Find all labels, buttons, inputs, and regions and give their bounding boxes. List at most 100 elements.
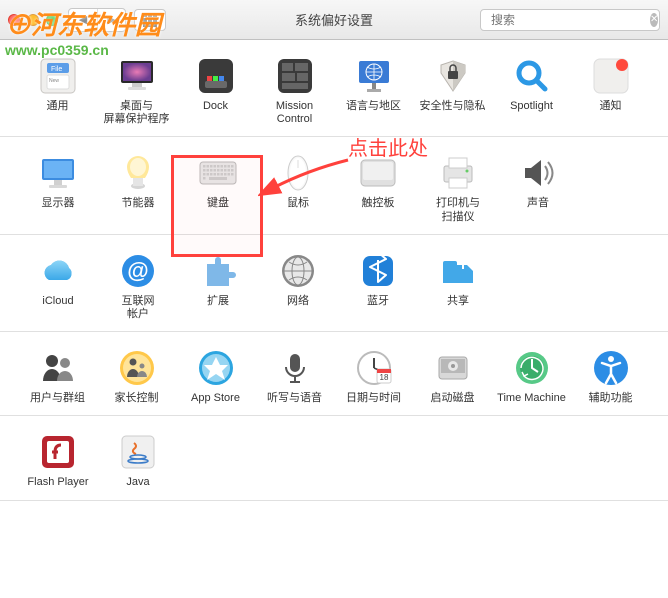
pref-label: 启动磁盘 bbox=[413, 392, 492, 405]
pref-label: 显示器 bbox=[18, 197, 98, 210]
back-button[interactable]: ◀ bbox=[69, 9, 97, 31]
pref-mouse[interactable]: 鼠标 bbox=[258, 151, 338, 223]
pref-section: 用户与群组家长控制App Store听写与语音18日期与时间启动磁盘Time M… bbox=[0, 332, 668, 416]
pref-label: 打印机与扫描仪 bbox=[418, 197, 498, 223]
pref-mission[interactable]: MissionControl bbox=[255, 54, 334, 126]
icloud-icon bbox=[18, 249, 98, 293]
pref-internet[interactable]: @互联网帐户 bbox=[98, 249, 178, 321]
sound-icon bbox=[498, 151, 578, 195]
pref-dictation[interactable]: 听写与语音 bbox=[255, 346, 334, 405]
pref-sharing[interactable]: 共享 bbox=[418, 249, 498, 321]
java-icon bbox=[98, 430, 178, 474]
extensions-icon bbox=[178, 249, 258, 293]
flash-icon bbox=[18, 430, 98, 474]
pref-users[interactable]: 用户与群组 bbox=[18, 346, 97, 405]
pref-label: 扩展 bbox=[178, 295, 258, 308]
pref-flash[interactable]: Flash Player bbox=[18, 430, 98, 489]
pref-label: 键盘 bbox=[178, 197, 258, 210]
pref-sound[interactable]: 声音 bbox=[498, 151, 578, 223]
pref-label: 通知 bbox=[571, 100, 650, 113]
search-input[interactable] bbox=[491, 13, 646, 27]
dictation-icon bbox=[255, 346, 334, 390]
pref-displays[interactable]: 显示器 bbox=[18, 151, 98, 223]
pref-security[interactable]: 安全性与隐私 bbox=[413, 54, 492, 126]
notifications-icon bbox=[571, 54, 650, 98]
minimize-button[interactable] bbox=[27, 14, 39, 26]
pref-label: 家长控制 bbox=[97, 392, 176, 405]
spotlight-icon bbox=[492, 54, 571, 98]
pref-energy[interactable]: 节能器 bbox=[98, 151, 178, 223]
bluetooth-icon bbox=[338, 249, 418, 293]
pref-java[interactable]: Java bbox=[98, 430, 178, 489]
pref-extensions[interactable]: 扩展 bbox=[178, 249, 258, 321]
pref-label: 蓝牙 bbox=[338, 295, 418, 308]
accessibility-icon bbox=[571, 346, 650, 390]
appstore-icon bbox=[176, 346, 255, 390]
keyboard-icon bbox=[178, 151, 258, 195]
pref-label: 用户与群组 bbox=[18, 392, 97, 405]
parental-icon bbox=[97, 346, 176, 390]
toolbar: ◀ ▶ 系统偏好设置 ✕ bbox=[0, 0, 668, 40]
pref-notifications[interactable]: 通知 bbox=[571, 54, 650, 126]
mission-icon bbox=[255, 54, 334, 98]
zoom-button[interactable] bbox=[46, 14, 58, 26]
pref-label: 网络 bbox=[258, 295, 338, 308]
pref-section: Flash PlayerJava bbox=[0, 416, 668, 500]
pref-label: 安全性与隐私 bbox=[413, 100, 492, 113]
pref-language[interactable]: 语言与地区 bbox=[334, 54, 413, 126]
pref-label: 鼠标 bbox=[258, 197, 338, 210]
pref-parental[interactable]: 家长控制 bbox=[97, 346, 176, 405]
pref-accessibility[interactable]: 辅助功能 bbox=[571, 346, 650, 405]
timemachine-icon bbox=[492, 346, 571, 390]
pref-datetime[interactable]: 18日期与时间 bbox=[334, 346, 413, 405]
pref-desktop[interactable]: 桌面与屏幕保护程序 bbox=[97, 54, 176, 126]
pref-icloud[interactable]: iCloud bbox=[18, 249, 98, 321]
grid-icon bbox=[143, 13, 157, 27]
energy-icon bbox=[98, 151, 178, 195]
pref-label: 共享 bbox=[418, 295, 498, 308]
sharing-icon bbox=[418, 249, 498, 293]
pref-label: Time Machine bbox=[492, 392, 571, 405]
pref-timemachine[interactable]: Time Machine bbox=[492, 346, 571, 405]
pref-label: Spotlight bbox=[492, 100, 571, 113]
network-icon bbox=[258, 249, 338, 293]
pref-label: iCloud bbox=[18, 295, 98, 308]
startup-icon bbox=[413, 346, 492, 390]
pref-appstore[interactable]: App Store bbox=[176, 346, 255, 405]
pref-printers[interactable]: 打印机与扫描仪 bbox=[418, 151, 498, 223]
pref-bluetooth[interactable]: 蓝牙 bbox=[338, 249, 418, 321]
pref-keyboard[interactable]: 键盘 bbox=[178, 151, 258, 223]
forward-button[interactable]: ▶ bbox=[97, 9, 125, 31]
clear-search-button[interactable]: ✕ bbox=[650, 13, 658, 27]
pref-network[interactable]: 网络 bbox=[258, 249, 338, 321]
pref-label: Java bbox=[98, 476, 178, 489]
pref-trackpad[interactable]: 触控板 bbox=[338, 151, 418, 223]
search-field[interactable]: ✕ bbox=[480, 9, 660, 31]
pref-label: MissionControl bbox=[255, 100, 334, 126]
language-icon bbox=[334, 54, 413, 98]
pref-dock[interactable]: Dock bbox=[176, 54, 255, 126]
svg-text:File: File bbox=[51, 66, 62, 73]
window-controls bbox=[8, 14, 58, 26]
nav-buttons: ◀ ▶ bbox=[68, 8, 126, 32]
printers-icon bbox=[418, 151, 498, 195]
pref-label: 互联网帐户 bbox=[98, 295, 178, 321]
internet-icon: @ bbox=[98, 249, 178, 293]
pref-startup[interactable]: 启动磁盘 bbox=[413, 346, 492, 405]
pref-section: 显示器节能器键盘鼠标触控板打印机与扫描仪声音 bbox=[0, 137, 668, 234]
pref-label: 桌面与屏幕保护程序 bbox=[97, 100, 176, 126]
pref-general[interactable]: File New 通用 bbox=[18, 54, 97, 126]
close-button[interactable] bbox=[8, 14, 20, 26]
displays-icon bbox=[18, 151, 98, 195]
dock-icon bbox=[176, 54, 255, 98]
pref-label: 通用 bbox=[18, 100, 97, 113]
pref-spotlight[interactable]: Spotlight bbox=[492, 54, 571, 126]
pref-section: File New 通用桌面与屏幕保护程序DockMissionControl语言与地… bbox=[0, 40, 668, 137]
show-all-button[interactable] bbox=[134, 9, 166, 31]
pref-label: Dock bbox=[176, 100, 255, 113]
pref-label: 语言与地区 bbox=[334, 100, 413, 113]
trackpad-icon bbox=[338, 151, 418, 195]
svg-text:New: New bbox=[49, 78, 59, 84]
pref-label: 听写与语音 bbox=[255, 392, 334, 405]
pref-label: 触控板 bbox=[338, 197, 418, 210]
